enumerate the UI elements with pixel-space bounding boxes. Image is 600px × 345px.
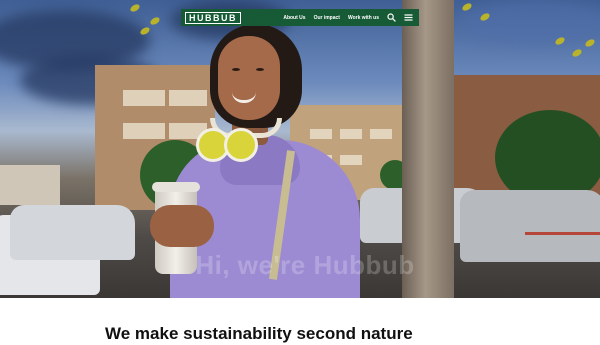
car	[460, 190, 600, 262]
leaf	[149, 15, 161, 27]
cup-lid	[152, 182, 200, 192]
nav-link-about-us[interactable]: About Us	[283, 15, 305, 21]
eye	[256, 68, 264, 71]
hubbub-logo[interactable]: HUBBUB	[185, 11, 241, 24]
nav-link-our-impact[interactable]: Our impact	[314, 15, 340, 21]
parking-barrier	[525, 232, 600, 235]
cloud	[460, 0, 600, 45]
person-face	[218, 36, 280, 120]
search-icon[interactable]	[387, 13, 396, 22]
leaf	[584, 37, 596, 49]
building	[0, 165, 60, 205]
main-headline: We make sustainability second nature	[105, 324, 413, 343]
leaf	[571, 47, 583, 59]
hamburger-menu-icon[interactable]	[404, 13, 413, 22]
hero-watermark: Hi, we're Hubbub	[195, 250, 415, 280]
hand	[150, 205, 214, 247]
headphones-cup	[224, 128, 258, 162]
eye	[232, 68, 240, 71]
nav-link-work-with-us[interactable]: Work with us	[348, 15, 379, 21]
car	[10, 205, 135, 260]
leaf	[129, 2, 141, 14]
top-navigation-bar: HUBBUB About Us Our impact Work with us	[181, 9, 419, 26]
hero-image: Hi, we're Hubbub	[0, 0, 600, 298]
